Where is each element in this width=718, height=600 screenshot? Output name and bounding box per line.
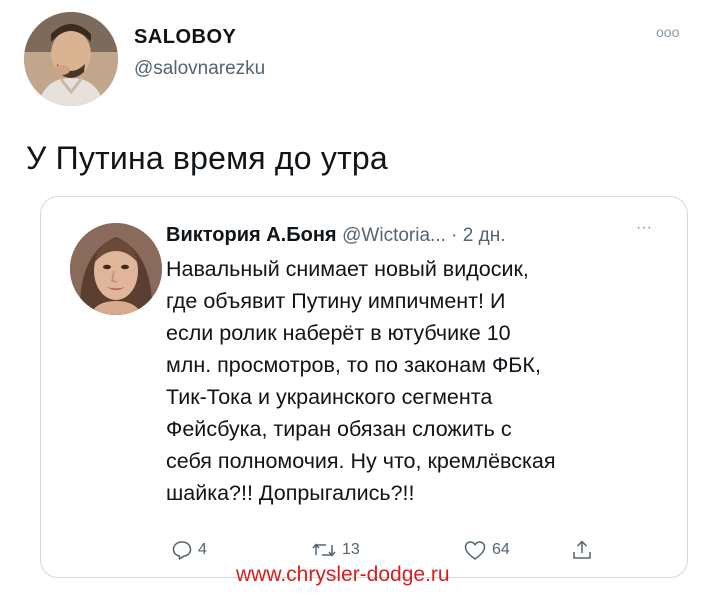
author-avatar-image (24, 12, 118, 106)
author-display-name[interactable]: SALOBOY (134, 26, 236, 49)
tweet-text: У Путина время до утра (26, 140, 388, 176)
quoted-avatar-image (70, 223, 162, 315)
like-button[interactable]: 64 (463, 539, 510, 561)
author-avatar[interactable] (24, 12, 118, 106)
quoted-tweet-card[interactable]: Виктория А.Боня @Wictoria... · 2 дн. ···… (40, 196, 688, 578)
share-icon (573, 540, 591, 559)
quoted-line: если ролик наберёт в ютубчике 10 (166, 321, 511, 345)
reply-button[interactable]: 4 (171, 539, 207, 561)
quoted-line: млн. просмотров, то по законам ФБК, (166, 353, 541, 377)
retweet-icon (312, 543, 336, 557)
retweet-count: 13 (342, 541, 360, 558)
quoted-author-name[interactable]: Виктория А.Боня (166, 224, 337, 246)
share-button[interactable] (571, 539, 593, 561)
quoted-line: Фейсбука, тиран обязан сложить с (166, 417, 512, 441)
quoted-tweet-text: Навальный снимает новый видосик, где объ… (166, 253, 676, 509)
quoted-author-meta[interactable]: @Wictoria... · 2 дн. (342, 225, 505, 246)
quoted-line: себя полномочия. Ну что, кремлёвская (166, 449, 556, 473)
reply-icon (172, 541, 192, 560)
quoted-line: где объявит Путину импичмент! И (166, 289, 506, 313)
like-count: 64 (492, 541, 510, 558)
quoted-line: Навальный снимает новый видосик, (166, 257, 529, 281)
reply-count: 4 (198, 541, 207, 558)
quoted-line: шайка?!! Допрыгались?!! (166, 481, 415, 505)
quoted-line: Тик-Тока и украинского сегмента (166, 385, 493, 409)
quoted-header: Виктория А.Боня @Wictoria... · 2 дн. (166, 224, 505, 247)
quoted-more-icon[interactable]: ··· (636, 219, 652, 237)
more-options-icon[interactable]: ooo (656, 24, 679, 40)
like-icon (464, 541, 486, 560)
quoted-author-avatar[interactable] (70, 223, 162, 315)
author-handle[interactable]: @salovnarezku (134, 58, 265, 80)
retweet-button[interactable]: 13 (311, 539, 360, 561)
watermark-text: www.chrysler-dodge.ru (236, 563, 450, 586)
